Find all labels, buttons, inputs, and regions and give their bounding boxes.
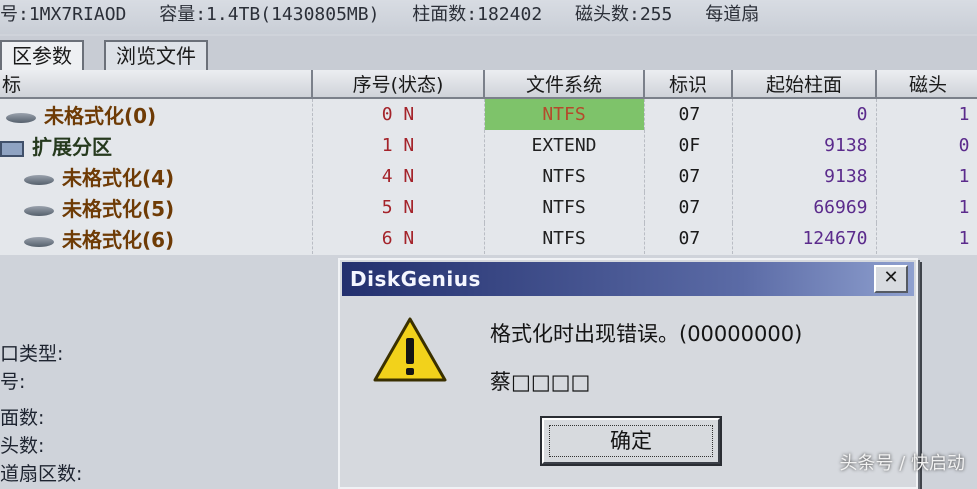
- partition-table: 标 序号(状态) 文件系统 标识 起始柱面 磁头 未格式化(0) 0 N NTF…: [0, 70, 977, 255]
- dialog-title: DiskGenius: [350, 267, 481, 291]
- seq-cell: 5 N: [312, 192, 485, 223]
- col-header-fs[interactable]: 文件系统: [484, 70, 645, 99]
- col-header-id[interactable]: 标识: [644, 70, 733, 99]
- disk-capacity: 容量:1.4TB(1430805MB): [159, 4, 380, 25]
- disk-icon: [24, 173, 54, 187]
- start-cyl-cell: 9138: [732, 161, 877, 192]
- tab-browse-files[interactable]: 浏览文件: [104, 40, 208, 70]
- fs-cell: NTFS: [484, 161, 645, 192]
- seq-cell: 4 N: [312, 161, 485, 192]
- id-cell: 0F: [644, 130, 733, 161]
- seq-cell: 0 N: [312, 98, 485, 130]
- disk-cylinders: 柱面数:182402: [412, 4, 543, 25]
- focus-ring: [549, 425, 713, 457]
- dialog-title-bar[interactable]: DiskGenius: [342, 262, 914, 296]
- dialog-close-button[interactable]: ✕: [874, 265, 908, 293]
- fs-cell: NTFS: [484, 98, 645, 130]
- fs-cell: EXTEND: [484, 130, 645, 161]
- seq-cell: 6 N: [312, 223, 485, 254]
- ok-button[interactable]: 确定: [540, 416, 722, 466]
- head-cell: 1: [876, 192, 977, 223]
- extended-partition-icon: [0, 140, 24, 157]
- id-cell: 07: [644, 98, 733, 130]
- start-cyl-cell: 9138: [732, 130, 877, 161]
- close-icon: ✕: [883, 267, 899, 288]
- partition-name: 未格式化(0): [44, 104, 157, 128]
- disk-icon: [24, 204, 54, 218]
- warning-icon: [373, 317, 447, 382]
- col-header-seq[interactable]: 序号(状态): [312, 70, 485, 99]
- col-header-label[interactable]: 标: [0, 70, 313, 99]
- row-name-cell: 未格式化(0): [0, 98, 313, 130]
- partition-name: 未格式化(4): [62, 166, 175, 190]
- head-cell: 1: [876, 161, 977, 192]
- id-cell: 07: [644, 161, 733, 192]
- id-cell: 07: [644, 192, 733, 223]
- row-name-cell: 扩展分区: [0, 130, 313, 161]
- row-name-cell: 未格式化(6): [0, 223, 313, 254]
- row-name-cell: 未格式化(5): [0, 192, 313, 223]
- table-row[interactable]: 未格式化(6) 6 N NTFS 07 124670 1: [0, 223, 977, 254]
- id-cell: 07: [644, 223, 733, 254]
- table-row[interactable]: 未格式化(4) 4 N NTFS 07 9138 1: [0, 161, 977, 192]
- tab-bar: 区参数 浏览文件: [0, 36, 977, 72]
- table-row[interactable]: 未格式化(5) 5 N NTFS 07 66969 1: [0, 192, 977, 223]
- start-cyl-cell: 66969: [732, 192, 877, 223]
- table-row[interactable]: 扩展分区 1 N EXTEND 0F 9138 0: [0, 130, 977, 161]
- disk-heads: 磁头数:255: [575, 4, 673, 25]
- head-cell: 1: [876, 223, 977, 254]
- error-message: 格式化时出现错误。(00000000): [490, 322, 803, 346]
- error-detail: 蔡□□□□: [490, 370, 591, 394]
- disk-info-bar: 号:1MX7RIAOD 容量:1.4TB(1430805MB) 柱面数:1824…: [0, 0, 977, 34]
- disk-model: 号:1MX7RIAOD: [0, 4, 127, 25]
- partition-name: 扩展分区: [32, 135, 112, 159]
- head-cell: 0: [876, 130, 977, 161]
- disk-icon: [6, 111, 36, 125]
- partition-name: 未格式化(6): [62, 228, 175, 252]
- prop-num-label: 号:: [0, 371, 26, 393]
- start-cyl-cell: 124670: [732, 223, 877, 254]
- error-dialog: DiskGenius ✕ 格式化时出现错误。(00000000) 蔡□□□□ 确…: [338, 258, 918, 489]
- table-header: 标 序号(状态) 文件系统 标识 起始柱面 磁头: [0, 70, 977, 99]
- disk-icon: [24, 235, 54, 249]
- watermark: 头条号 / 快启动: [839, 453, 965, 474]
- prop-type-label: 口类型:: [0, 343, 64, 365]
- prop-head-label: 头数:: [0, 435, 45, 457]
- row-name-cell: 未格式化(4): [0, 161, 313, 192]
- seq-cell: 1 N: [312, 130, 485, 161]
- prop-faces-label: 面数:: [0, 407, 45, 429]
- head-cell: 1: [876, 98, 977, 130]
- tab-partition-params[interactable]: 区参数: [0, 40, 84, 70]
- partition-properties: 口类型: 号: 面数: 头数: 道扇区数:: [0, 340, 120, 488]
- col-header-start-cyl[interactable]: 起始柱面: [732, 70, 877, 99]
- disk-sectors: 每道扇: [705, 4, 760, 25]
- start-cyl-cell: 0: [732, 98, 877, 130]
- fs-cell: NTFS: [484, 192, 645, 223]
- col-header-head[interactable]: 磁头: [876, 70, 977, 99]
- fs-cell: NTFS: [484, 223, 645, 254]
- table-row[interactable]: 未格式化(0) 0 N NTFS 07 0 1: [0, 98, 977, 130]
- prop-sector-label: 道扇区数:: [0, 463, 83, 485]
- partition-name: 未格式化(5): [62, 197, 175, 221]
